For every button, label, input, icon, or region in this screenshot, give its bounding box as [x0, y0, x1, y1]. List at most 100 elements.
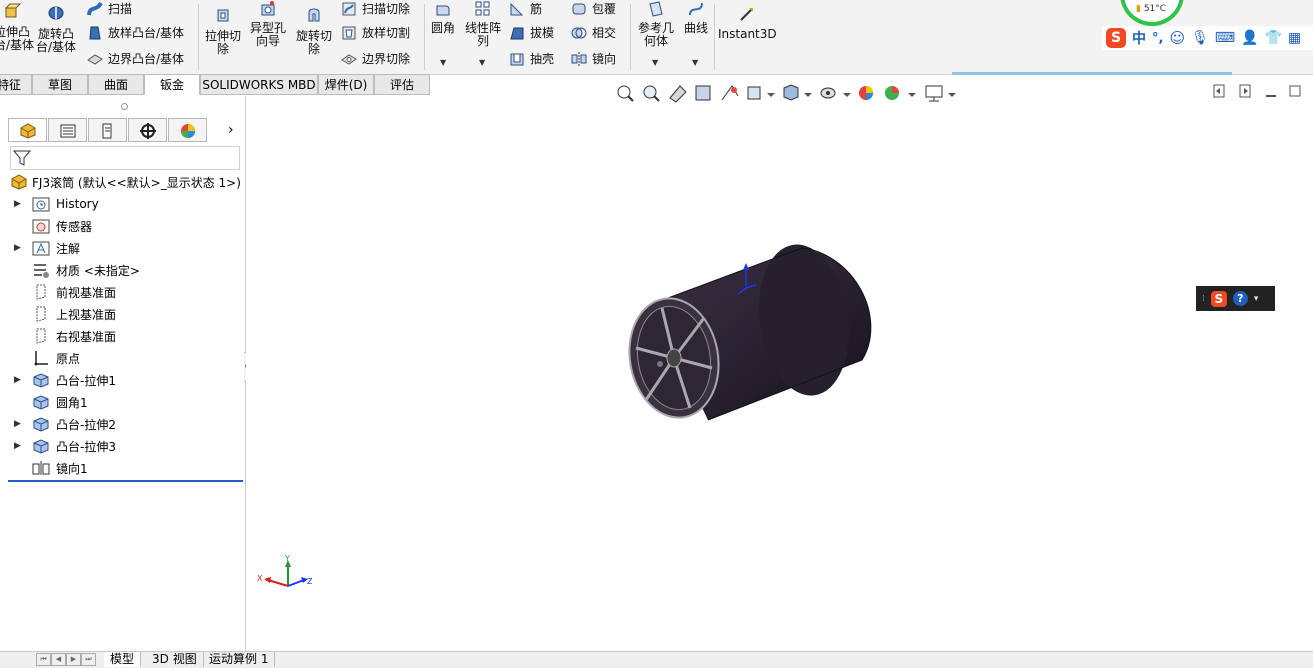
tree-item-label: 原点 — [56, 351, 81, 366]
mirror-button[interactable]: 镜向 — [570, 50, 616, 68]
tile-icon[interactable] — [1239, 84, 1251, 98]
edit-appearance-icon[interactable] — [859, 86, 873, 100]
ime-mode-toggle[interactable]: 中 — [1132, 28, 1146, 48]
shell-button[interactable]: 抽壳 — [508, 50, 554, 68]
drag-handle-icon[interactable]: ⁞ — [1202, 294, 1205, 304]
keyboard-icon[interactable]: ⌨ — [1215, 30, 1235, 46]
filter-icon — [13, 150, 31, 166]
curves-dropdown-icon[interactable]: ▼ — [692, 58, 698, 67]
grid-menu-icon[interactable]: ▦ — [1288, 30, 1301, 46]
curves-label: 曲线 — [683, 21, 708, 35]
section-view-icon[interactable] — [695, 85, 711, 101]
fillet-button[interactable]: 圆角 — [428, 0, 458, 35]
panel-grip-icon[interactable] — [121, 103, 128, 110]
display-manager-tab[interactable] — [168, 118, 207, 142]
feature-tree-tab[interactable] — [8, 118, 47, 142]
linear-pattern-icon — [475, 1, 490, 16]
tree-root-label: FJ3滚筒 (默认<<默认>_显示状态 1>) — [32, 175, 241, 190]
graphics-viewport[interactable]: ⁞ S ? ▾ Y X Z — [246, 84, 1313, 651]
tab-weldments[interactable]: 焊件(D) — [318, 74, 374, 95]
tab-sheet-metal[interactable]: 钣金 — [144, 74, 200, 95]
tab-surfaces[interactable]: 曲面 — [88, 74, 144, 95]
instant3d-button[interactable]: Instant3D — [718, 6, 777, 41]
configuration-manager-tab[interactable] — [88, 118, 127, 142]
expand-arrow-icon[interactable]: ▶ — [14, 419, 21, 429]
last-tab-icon[interactable]: ⏭ — [81, 653, 96, 666]
expand-arrow-icon[interactable]: ▶ — [14, 441, 21, 451]
wrap-button[interactable]: 包覆 — [570, 0, 616, 18]
ime-punct-toggle[interactable]: °, — [1152, 31, 1163, 46]
draft-button[interactable]: 拔模 — [508, 24, 554, 42]
tree-item-label: 材质 <未指定> — [56, 263, 140, 278]
loft-cut-button[interactable]: 放样切割 — [340, 24, 410, 42]
sweep-button[interactable]: 扫描 — [86, 0, 132, 18]
ime-floating-bar[interactable]: ⁞ S ? ▾ — [1196, 286, 1275, 311]
previous-view-icon[interactable] — [669, 85, 687, 103]
tab-evaluate[interactable]: 评估 — [374, 74, 430, 95]
help-icon[interactable]: ? — [1232, 291, 1248, 306]
prev-tab-icon[interactable]: ◀ — [51, 653, 66, 666]
reference-triad: Y X Z — [257, 554, 313, 587]
hole-wizard-button[interactable]: 异型孔 向导 — [248, 0, 288, 48]
view-orientation-icon[interactable] — [747, 86, 775, 100]
temperature-widget[interactable]: ▮ 51°C — [1120, 0, 1184, 26]
dynamic-annotation-icon[interactable] — [721, 85, 739, 101]
zoom-area-icon[interactable] — [643, 85, 660, 102]
linear-pattern-dropdown-icon[interactable]: ▼ — [479, 58, 485, 67]
hide-show-items-icon[interactable] — [820, 87, 851, 99]
revolve-boss-button[interactable]: 旋转凸 台/基体 — [36, 4, 76, 54]
chevron-right-icon[interactable]: › — [228, 122, 234, 138]
user-icon[interactable]: 👤 — [1241, 30, 1258, 46]
rib-button[interactable]: 筋 — [508, 0, 542, 18]
tab-label: 3D 视图 — [152, 652, 197, 666]
fillet-dropdown-icon[interactable]: ▼ — [440, 58, 446, 67]
maximize-icon[interactable] — [1289, 85, 1301, 97]
rollback-bar[interactable] — [8, 480, 243, 482]
extrude-cut-button[interactable]: 拉伸切 除 — [203, 6, 243, 56]
tree-item-label: History — [56, 197, 99, 211]
ref-geometry-button[interactable]: 参考几 何体 — [636, 0, 676, 48]
loft-boss-button[interactable]: 放样凸台/基体 — [86, 24, 184, 42]
apply-scene-icon[interactable] — [885, 86, 916, 100]
next-tab-icon[interactable]: ▶ — [66, 653, 81, 666]
tab-mbd[interactable]: SOLIDWORKS MBD — [200, 74, 318, 95]
expand-arrow-icon[interactable]: ▶ — [14, 243, 21, 253]
more-options-icon[interactable]: ▾ — [1254, 294, 1259, 304]
rib-icon — [510, 2, 524, 16]
revolve-cut-button[interactable]: 旋转切 除 — [294, 6, 334, 56]
skin-icon[interactable]: 👕 — [1265, 30, 1282, 46]
sogou-logo-icon[interactable]: S — [1210, 290, 1227, 307]
revolve-boss-icon — [48, 6, 64, 20]
linear-pattern-button[interactable]: 线性阵 列 — [463, 0, 503, 48]
tab-model[interactable]: 模型 — [104, 652, 142, 667]
boundary-cut-button[interactable]: 边界切除 — [340, 50, 410, 68]
tree-item-label: 上视基准面 — [56, 307, 117, 322]
extrude-feature-icon — [33, 373, 49, 388]
ref-geometry-dropdown-icon[interactable]: ▼ — [652, 58, 658, 67]
tree-filter-box[interactable] — [10, 146, 240, 170]
display-style-icon[interactable] — [783, 84, 812, 101]
sogou-logo-icon[interactable]: S — [1106, 28, 1126, 48]
tab-motion-study[interactable]: 运动算例 1 — [203, 652, 276, 667]
dimxpert-tab[interactable] — [128, 118, 167, 142]
intersect-button[interactable]: 相交 — [570, 24, 616, 42]
first-tab-icon[interactable]: ⏮ — [36, 653, 51, 666]
expand-arrow-icon[interactable]: ▶ — [14, 199, 21, 209]
property-manager-tab[interactable] — [48, 118, 87, 142]
tab-sketch[interactable]: 草图 — [32, 74, 88, 95]
restore-icon[interactable] — [1213, 84, 1225, 98]
extrude-boss-button[interactable]: 拉伸凸 台/基体 — [0, 2, 34, 52]
zoom-to-fit-icon[interactable] — [617, 85, 634, 102]
view-settings-icon[interactable] — [925, 85, 956, 102]
roller-3d-model[interactable] — [616, 236, 876, 436]
property-list-icon — [60, 124, 76, 138]
emoji-icon[interactable]: ☺ — [1169, 29, 1185, 47]
sweep-cut-button[interactable]: 扫描切除 — [340, 0, 410, 18]
boundary-boss-button[interactable]: 边界凸台/基体 — [86, 50, 184, 68]
tab-3d-views[interactable]: 3D 视图 — [146, 652, 204, 667]
microphone-icon[interactable]: 🎙 — [1191, 30, 1209, 46]
curves-button[interactable]: 曲线 — [682, 0, 710, 35]
tab-features[interactable]: 特征 — [0, 74, 32, 95]
ref-geometry-label: 参考几 何体 — [637, 21, 674, 48]
expand-arrow-icon[interactable]: ▶ — [14, 375, 21, 385]
